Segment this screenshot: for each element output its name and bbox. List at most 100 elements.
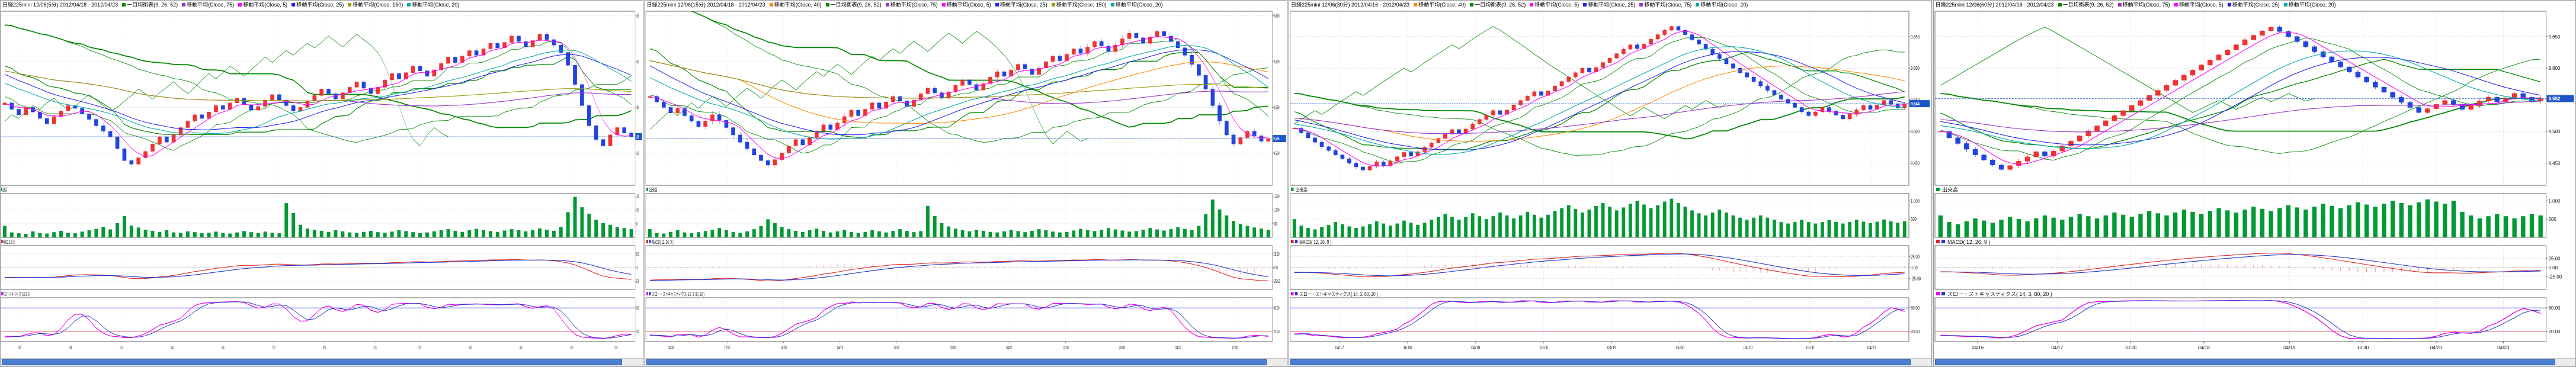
x-axis-label: 04/20 bbox=[1006, 346, 1012, 351]
section-label: 出来高 bbox=[1295, 186, 1307, 193]
h-scrollbar[interactable] bbox=[1, 358, 643, 366]
legend-indicator[interactable]: 移動平均(Close, 5) bbox=[2174, 1, 2223, 9]
x-axis-label: 22:40 bbox=[469, 346, 472, 351]
legend-color-swatch bbox=[291, 3, 295, 7]
axis-tick-label: 0.00 bbox=[1273, 266, 1278, 271]
legend-label: 移動平均(Close, 150) bbox=[353, 1, 403, 9]
legend-indicator[interactable]: 移動平均(Close, 150) bbox=[1052, 1, 1107, 9]
chart-canvas[interactable]: 9,6509,6009,5509,5009,4501,00050025.000.… bbox=[1934, 9, 2576, 358]
section-swatch bbox=[649, 292, 651, 295]
axis-tick-label: 25.00 bbox=[1911, 255, 1920, 260]
x-axis-label: 14:40 bbox=[171, 346, 174, 351]
x-axis-label: 04/18 bbox=[2197, 345, 2210, 350]
axis-tick-label: 0.00 bbox=[2548, 265, 2558, 271]
chart-canvas[interactable]: 9,6509,6009,5509,5001,5001,00050025.000.… bbox=[1, 9, 643, 358]
axis-tick-label: 25.00 bbox=[2548, 256, 2561, 262]
x-axis-label: 12:50 bbox=[614, 346, 617, 351]
legend-color-swatch bbox=[1696, 3, 1699, 7]
legend-indicator[interactable]: 一目均衡表(9, 26, 52) bbox=[2058, 1, 2114, 9]
legend-label: 移動平均(Close, 20) bbox=[2289, 1, 2336, 9]
section-label: MACD( 12, 26, 9 ) bbox=[4, 240, 15, 246]
legend-indicator[interactable]: 移動平均(Close, 40) bbox=[770, 1, 822, 9]
x-axis-label: 20:00 bbox=[1119, 346, 1124, 351]
legend-indicator[interactable]: 移動平均(Close, 20) bbox=[1111, 1, 1163, 9]
legend-indicator[interactable]: 移動平均(Close, 25) bbox=[995, 1, 1047, 9]
legend-indicator[interactable]: 移動平均(Close, 25) bbox=[1583, 1, 1635, 9]
chart-body: 9,6509,6009,5509,5001,5001,00050025.000.… bbox=[1, 9, 643, 358]
chart-body: 9,6509,6009,5509,5001,5001,00050025.000.… bbox=[645, 9, 1287, 358]
legend-label: 移動平均(Close, 75) bbox=[1644, 1, 1691, 9]
x-axis-label: 12:00 bbox=[724, 346, 730, 351]
h-scrollbar[interactable] bbox=[1289, 358, 1931, 366]
section-swatch bbox=[1295, 292, 1297, 295]
axis-tick-label: 1,000 bbox=[636, 208, 639, 213]
axis-tick-label: 1,500 bbox=[636, 195, 639, 199]
legend-color-swatch bbox=[2174, 3, 2178, 7]
axis-tick-label: 500 bbox=[636, 222, 638, 227]
section-swatch bbox=[1941, 240, 1944, 243]
chart-panel-3: 日経225mini 12/06(30分) 2012/04/16 - 2012/0… bbox=[1289, 0, 1932, 367]
x-axis-label: 16:00 bbox=[1805, 346, 1814, 350]
section-swatch bbox=[1295, 240, 1297, 243]
legend-label: 移動平均(Close, 25) bbox=[2232, 1, 2280, 9]
legend-indicator[interactable]: 一目均衡表(9, 26, 52) bbox=[826, 1, 882, 9]
x-axis-label: 17:20 bbox=[272, 346, 275, 351]
x-axis-label: 04/20 bbox=[2430, 345, 2442, 350]
legend-label: 移動平均(Close, 40) bbox=[1418, 1, 1466, 9]
section-swatch bbox=[1291, 240, 1293, 243]
legend-label: 移動平均(Close, 75) bbox=[187, 1, 234, 9]
axis-tick-label: 9,650 bbox=[1911, 35, 1920, 40]
legend-indicator[interactable]: 移動平均(Close, 20) bbox=[1696, 1, 1748, 9]
legend-indicator[interactable]: 移動平均(Close, 25) bbox=[291, 1, 344, 9]
x-axis-label: 04/19 bbox=[1607, 346, 1616, 350]
x-axis-label: 10:40 bbox=[69, 346, 72, 351]
scrollbar-thumb[interactable] bbox=[646, 359, 1267, 365]
legend-color-swatch bbox=[2058, 3, 2062, 7]
chart-header: 日経225mini 12/06(15分) 2012/04/18 - 2012/0… bbox=[645, 1, 1287, 9]
legend-indicator[interactable]: 移動平均(Close, 75) bbox=[1639, 1, 1691, 9]
axis-tick-label: 500 bbox=[1911, 218, 1917, 223]
x-axis-label: 20:10 bbox=[374, 346, 377, 351]
legend-indicator[interactable]: 移動平均(Close, 75) bbox=[2118, 1, 2170, 9]
axis-tick-label: 9,500 bbox=[2548, 129, 2561, 134]
x-axis-label: 16:00 bbox=[222, 346, 225, 351]
h-scrollbar[interactable] bbox=[645, 358, 1287, 366]
axis-tick-label: -25.00 bbox=[1911, 277, 1921, 282]
legend-indicator[interactable]: 移動平均(Close, 20) bbox=[407, 1, 459, 9]
section-label: 出来高 bbox=[649, 186, 656, 193]
h-scrollbar[interactable] bbox=[1934, 358, 2576, 366]
axis-tick-label: 1,500 bbox=[1273, 194, 1279, 199]
legend-indicator[interactable]: 移動平均(Close, 25) bbox=[2228, 1, 2280, 9]
chart-canvas[interactable]: 9,6509,6009,5509,5009,4501,00050025.000.… bbox=[1289, 9, 1931, 358]
legend-indicator[interactable]: 移動平均(Close, 75) bbox=[182, 1, 234, 9]
scrollbar-thumb[interactable] bbox=[1290, 359, 1911, 365]
legend-indicator[interactable]: 移動平均(Close, 5) bbox=[238, 1, 287, 9]
legend-label: 移動平均(Close, 25) bbox=[1000, 1, 1047, 9]
legend-label: 移動平均(Close, 5) bbox=[1534, 1, 1579, 9]
legend-indicator[interactable]: 移動平均(Close, 75) bbox=[886, 1, 938, 9]
chart-title: 日経225mini 12/06(15分) 2012/04/18 - 2012/0… bbox=[647, 1, 765, 9]
chart-canvas[interactable]: 9,6509,6009,5509,5001,5001,00050025.000.… bbox=[645, 9, 1287, 358]
legend-color-swatch bbox=[1583, 3, 1587, 7]
legend-indicator[interactable]: 移動平均(Close, 150) bbox=[348, 1, 403, 9]
legend-label: 一目均衡表(9, 26, 52) bbox=[127, 1, 178, 9]
legend-indicator[interactable]: 一目均衡表(9, 26, 52) bbox=[122, 1, 178, 9]
legend-color-swatch bbox=[2118, 3, 2122, 7]
legend-indicator[interactable]: 移動平均(Close, 5) bbox=[942, 1, 991, 9]
scrollbar-thumb[interactable] bbox=[1935, 359, 2555, 365]
last-price-label: 9,552 bbox=[2548, 96, 2561, 102]
x-axis-label: 16:00 bbox=[1539, 346, 1548, 350]
legend-indicator[interactable]: 移動平均(Close, 40) bbox=[1414, 1, 1466, 9]
legend-label: 移動平均(Close, 20) bbox=[1116, 1, 1163, 9]
last-price-label: 9,516 bbox=[1273, 137, 1279, 142]
last-price-label: 9,518 bbox=[636, 136, 639, 140]
legend-indicator[interactable]: 移動平均(Close, 5) bbox=[1530, 1, 1579, 9]
scrollbar-thumb[interactable] bbox=[2, 359, 622, 365]
axis-tick-label: 9,500 bbox=[1911, 130, 1920, 134]
x-axis-label: 20:00 bbox=[950, 346, 956, 351]
axis-tick-label: 1,000 bbox=[1273, 208, 1279, 213]
legend-indicator[interactable]: 移動平均(Close, 20) bbox=[2284, 1, 2336, 9]
legend-indicator[interactable]: 一目均衡表(9, 26, 52) bbox=[1470, 1, 1526, 9]
chart-title: 日経225mini 12/06(30分) 2012/04/16 - 2012/0… bbox=[1291, 1, 1409, 9]
axis-tick-label: 9,450 bbox=[2548, 161, 2561, 166]
